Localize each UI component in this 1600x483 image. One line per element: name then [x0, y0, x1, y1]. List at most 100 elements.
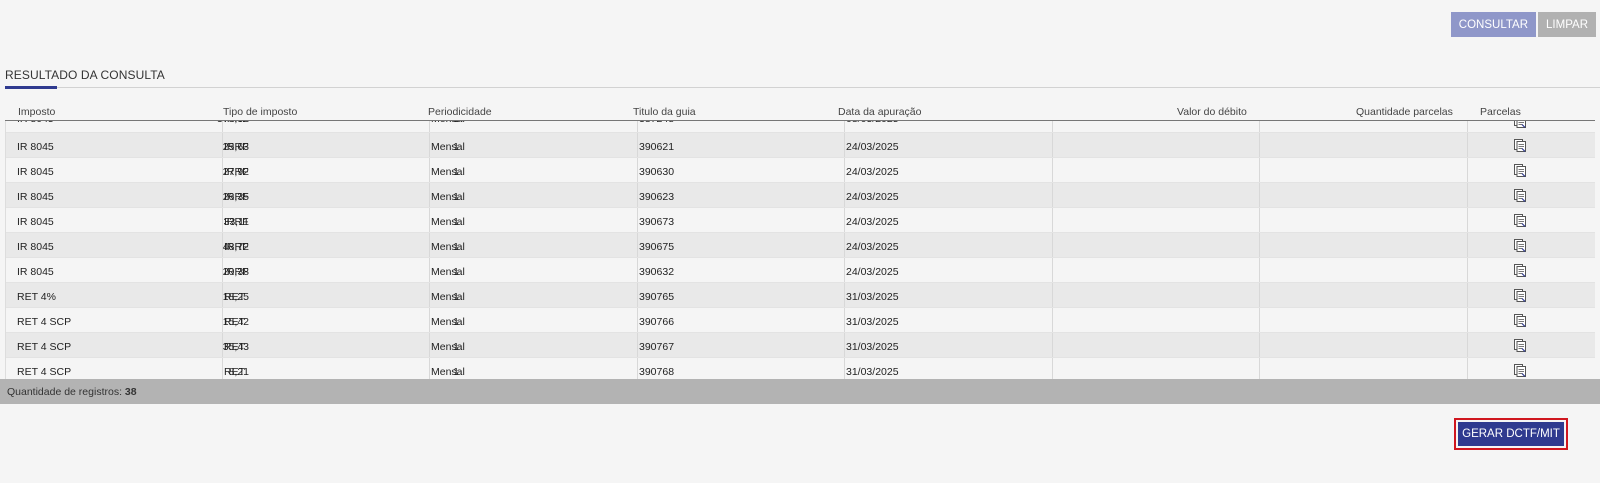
cell-titulo-guia: 387248: [639, 121, 674, 125]
table-body: IR 8045IRRFMensal38724808/03/2025379,321…: [5, 121, 1595, 379]
column-separator: [1467, 208, 1468, 232]
cell-valor-debito: 26,35: [222, 191, 249, 203]
cell-quantidade-parcelas: 1: [453, 241, 459, 253]
table-row[interactable]: IR 8045 IRRF Mensal 390623 24/03/2025 26,35 1: [6, 183, 1595, 208]
parcelas-view-icon[interactable]: [1514, 139, 1526, 152]
cell-quantidade-parcelas: 1: [453, 266, 459, 278]
column-separator: [844, 158, 845, 182]
column-separator: [1259, 183, 1260, 207]
column-separator: [844, 358, 845, 379]
parcelas-view-icon[interactable]: [1514, 121, 1526, 128]
cell-periodicidade: Mensal: [431, 291, 465, 303]
cell-valor-debito: 8,21: [228, 366, 249, 378]
header-tipo-imposto[interactable]: Tipo de imposto: [223, 106, 297, 118]
table-row[interactable]: IR 8045 IRRF Mensal 390673 24/03/2025 33,11 1: [6, 208, 1595, 233]
parcelas-view-icon[interactable]: [1514, 314, 1526, 327]
column-separator: [429, 158, 430, 182]
header-imposto[interactable]: Imposto: [18, 106, 55, 118]
table-row[interactable]: RET 4 SCP RET Mensal 390767 31/03/2025 35,43 1: [6, 333, 1595, 358]
column-separator: [1052, 233, 1053, 257]
table-row[interactable]: RET 4% RET Mensal 390765 31/03/2025 18,25 1: [6, 283, 1595, 308]
cell-valor-debito: 25,63: [222, 141, 249, 153]
column-separator: [1259, 133, 1260, 157]
column-separator: [1259, 283, 1260, 307]
table-header: Imposto Tipo de imposto Periodicidade Ti…: [5, 100, 1595, 121]
cell-quantidade-parcelas: 1: [453, 121, 459, 125]
column-separator: [1467, 358, 1468, 379]
table-row[interactable]: IR 8045IRRFMensal38724808/03/2025379,321: [6, 121, 1595, 133]
column-separator: [1259, 258, 1260, 282]
column-separator: [429, 208, 430, 232]
column-separator: [637, 283, 638, 307]
cell-imposto: IR 8045: [17, 166, 54, 178]
column-separator: [637, 333, 638, 357]
header-quantidade-parcelas[interactable]: Quantidade parcelas: [1356, 106, 1453, 118]
header-data-apuracao[interactable]: Data da apuração: [838, 106, 921, 118]
cell-data-apuracao: 24/03/2025: [846, 141, 899, 153]
column-separator: [1052, 183, 1053, 207]
cell-quantidade-parcelas: 1: [453, 141, 459, 153]
consultar-button[interactable]: CONSULTAR: [1450, 12, 1537, 37]
column-separator: [637, 258, 638, 282]
column-separator: [429, 258, 430, 282]
cell-titulo-guia: 390623: [639, 191, 675, 203]
column-separator: [844, 233, 845, 257]
header-parcelas[interactable]: Parcelas: [1480, 106, 1521, 118]
table-row[interactable]: RET 4 SCP RET Mensal 390766 31/03/2025 15,42 1: [6, 308, 1595, 333]
table-row[interactable]: IR 8045 IRRF Mensal 390675 24/03/2025 48,72 1: [6, 233, 1595, 258]
cell-titulo-guia: 390767: [639, 341, 675, 353]
cell-periodicidade: Mensal: [431, 316, 465, 328]
records-count-value: 38: [124, 386, 137, 398]
column-separator: [1467, 283, 1468, 307]
cell-quantidade-parcelas: 1: [453, 341, 459, 353]
parcelas-view-icon[interactable]: [1514, 364, 1526, 377]
header-titulo-guia[interactable]: Titulo da guia: [633, 106, 696, 118]
cell-titulo-guia: 390766: [639, 316, 675, 328]
cell-quantidade-parcelas: 1: [453, 366, 459, 378]
cell-data-apuracao: 31/03/2025: [846, 341, 899, 353]
parcelas-view-icon[interactable]: [1514, 214, 1526, 227]
table-row[interactable]: IR 8045 IRRF Mensal 390632 24/03/2025 20,38 1: [6, 258, 1595, 283]
column-separator: [1467, 258, 1468, 282]
column-separator: [429, 183, 430, 207]
cell-valor-debito: 27,92: [222, 166, 249, 178]
parcelas-view-icon[interactable]: [1514, 239, 1526, 252]
cell-valor-debito: 33,11: [223, 216, 250, 228]
cell-quantidade-parcelas: 1: [453, 216, 459, 228]
cell-data-apuracao: 31/03/2025: [846, 291, 899, 303]
cell-imposto: RET 4 SCP: [17, 316, 72, 328]
cell-data-apuracao: 24/03/2025: [846, 241, 899, 253]
cell-imposto: IR 8045: [17, 121, 54, 125]
gerar-button-highlight: GERAR DCTF/MIT: [1454, 418, 1568, 450]
gerar-dctf-mit-button[interactable]: GERAR DCTF/MIT: [1458, 422, 1564, 446]
cell-imposto: IR 8045: [17, 266, 54, 278]
cell-quantidade-parcelas: 1: [453, 316, 459, 328]
parcelas-view-icon[interactable]: [1514, 164, 1526, 177]
cell-titulo-guia: 390673: [639, 216, 675, 228]
limpar-button[interactable]: LIMPAR: [1538, 12, 1596, 37]
column-separator: [1259, 358, 1260, 379]
cell-valor-debito: 20,38: [222, 266, 249, 278]
cell-imposto: IR 8045: [17, 141, 54, 153]
table-row[interactable]: IR 8045 IRRF Mensal 390630 24/03/2025 27,92 1: [6, 158, 1595, 183]
cell-titulo-guia: 390632: [639, 266, 675, 278]
header-periodicidade[interactable]: Periodicidade: [428, 106, 492, 118]
header-valor-debito[interactable]: Valor do débito: [1177, 106, 1247, 118]
column-separator: [1052, 158, 1053, 182]
table-row[interactable]: IR 8045 IRRF Mensal 390621 24/03/2025 25,63 1: [6, 133, 1595, 158]
parcelas-view-icon[interactable]: [1514, 264, 1526, 277]
parcelas-view-icon[interactable]: [1514, 289, 1526, 302]
column-separator: [844, 333, 845, 357]
parcelas-view-icon[interactable]: [1514, 339, 1526, 352]
parcelas-view-icon[interactable]: [1514, 189, 1526, 202]
cell-quantidade-parcelas: 1: [453, 191, 459, 203]
column-separator: [637, 158, 638, 182]
top-actions: CONSULTAR LIMPAR: [1450, 12, 1596, 37]
column-separator: [429, 121, 430, 132]
cell-periodicidade: Mensal: [431, 266, 465, 278]
column-separator: [1259, 158, 1260, 182]
cell-imposto: IR 8045: [17, 241, 54, 253]
cell-titulo-guia: 390768: [639, 366, 675, 378]
cell-periodicidade: Mensal: [431, 241, 465, 253]
table-row[interactable]: RET 4 SCP RET Mensal 390768 31/03/2025 8,21 1: [6, 358, 1595, 379]
